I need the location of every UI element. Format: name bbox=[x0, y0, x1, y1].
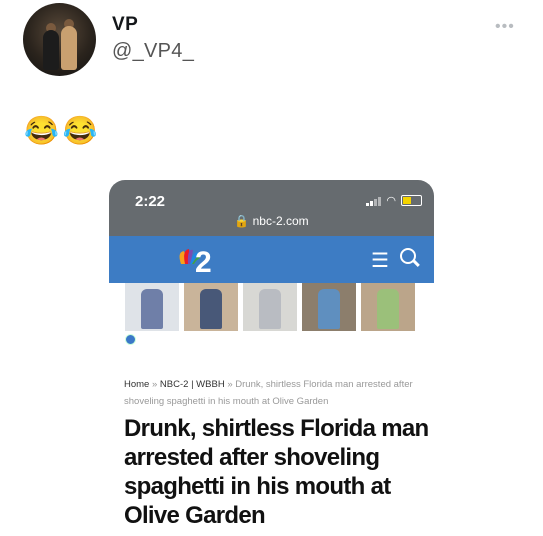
breadcrumb-separator: » bbox=[151, 379, 158, 390]
display-name[interactable]: VP bbox=[112, 14, 138, 36]
breadcrumb-separator: » bbox=[227, 379, 233, 390]
ad-image bbox=[125, 283, 179, 331]
battery-icon bbox=[401, 195, 422, 206]
ad-image bbox=[361, 283, 415, 331]
status-time: 2:22 bbox=[135, 193, 166, 210]
breadcrumb-home: Home bbox=[124, 379, 150, 390]
menu-icon: ☰ bbox=[371, 250, 389, 272]
site-header: 2 ☰ bbox=[109, 236, 434, 283]
wifi-icon: ◠ bbox=[386, 195, 396, 207]
phone-status-bar: 2:22 ◠ 🔒 nbc-2.com bbox=[109, 180, 434, 236]
avatar-person bbox=[43, 30, 59, 70]
ad-image bbox=[184, 283, 238, 331]
tweet-text: 😂😂 bbox=[24, 115, 102, 146]
address-bar: 🔒 nbc-2.com bbox=[109, 214, 434, 228]
search-icon bbox=[400, 248, 416, 264]
breadcrumb-section: NBC-2 | WBBH bbox=[159, 379, 225, 390]
svg-text:2: 2 bbox=[195, 246, 212, 276]
more-icon[interactable]: ••• bbox=[495, 18, 515, 36]
lock-icon: 🔒 bbox=[234, 214, 250, 228]
system-icons: ◠ bbox=[366, 194, 422, 207]
ad-image bbox=[302, 283, 356, 331]
signal-icon bbox=[366, 196, 382, 206]
breadcrumb: Home » NBC-2 | WBBH » Drunk, shirtless F… bbox=[124, 376, 424, 410]
ad-image bbox=[243, 283, 297, 331]
avatar[interactable] bbox=[23, 3, 96, 76]
nbc-2-logo: 2 bbox=[179, 246, 212, 276]
url-text: nbc-2.com bbox=[252, 214, 309, 228]
user-handle[interactable]: @_VP4_ bbox=[112, 40, 194, 63]
article-headline: Drunk, shirtless Florida man arrested af… bbox=[124, 415, 429, 529]
screenshot-image[interactable]: 2:22 ◠ 🔒 nbc-2.com 2 ☰ bbox=[109, 180, 434, 283]
ad-banner bbox=[125, 283, 415, 331]
avatar-person bbox=[61, 26, 77, 70]
adchoices-icon bbox=[125, 334, 136, 345]
